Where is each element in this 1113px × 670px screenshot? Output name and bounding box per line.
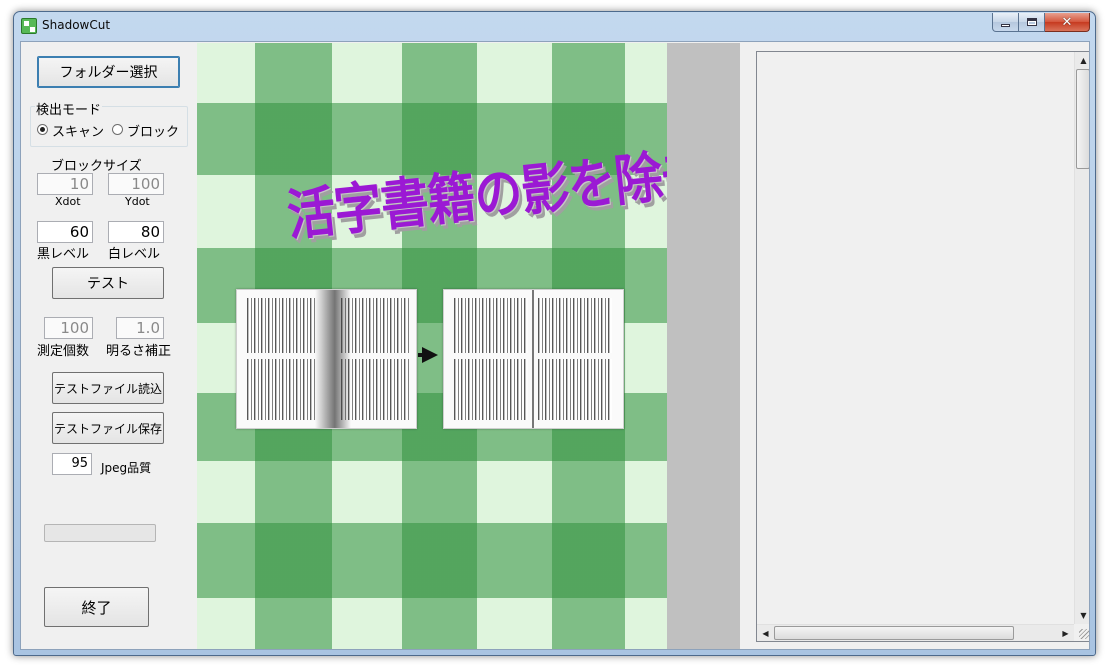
- block-size-label: ブロックサイズ: [51, 159, 142, 174]
- xdot-caption: Xdot: [55, 195, 81, 208]
- minimize-button[interactable]: [992, 13, 1019, 32]
- close-button[interactable]: ✕: [1045, 13, 1090, 32]
- brightness-field[interactable]: 1.0: [116, 317, 164, 339]
- scroll-down-icon[interactable]: ▼: [1075, 607, 1089, 624]
- white-level-field[interactable]: 80: [108, 221, 164, 243]
- app-window: ShadowCut ✕ フォルダー選択 検出モード スキャン ブロック ブロック…: [13, 11, 1096, 656]
- title-bar[interactable]: ShadowCut ✕: [14, 12, 1095, 39]
- ydot-caption: Ydot: [125, 195, 150, 208]
- radio-block[interactable]: [112, 124, 123, 135]
- save-test-file-button[interactable]: テストファイル保存: [52, 412, 164, 444]
- maximize-button[interactable]: [1019, 13, 1045, 32]
- radio-block-label[interactable]: ブロック: [127, 121, 179, 140]
- minimize-icon: [1001, 23, 1010, 27]
- load-test-file-button[interactable]: テストファイル読込: [52, 372, 164, 404]
- banner-title: 活字書籍の影を除去: [284, 140, 667, 249]
- vertical-scroll-thumb[interactable]: [1076, 69, 1089, 169]
- arrow-right-icon: [418, 347, 438, 363]
- test-button[interactable]: テスト: [52, 267, 164, 299]
- gray-divider-strip: [667, 43, 740, 649]
- scroll-right-icon[interactable]: ▶: [1057, 625, 1074, 642]
- folder-select-button[interactable]: フォルダー選択: [37, 56, 180, 88]
- vertical-scrollbar[interactable]: ▲ ▼: [1074, 52, 1089, 624]
- jpeg-quality-field[interactable]: 95: [52, 453, 92, 475]
- xdot-field[interactable]: 10: [37, 173, 93, 195]
- detect-mode-legend: 検出モード: [35, 99, 103, 118]
- client-area: フォルダー選択 検出モード スキャン ブロック ブロックサイズ 10 100 X…: [20, 41, 1090, 650]
- maximize-icon: [1026, 18, 1037, 26]
- window-controls: ✕: [992, 13, 1090, 32]
- book-after-image: [443, 289, 624, 429]
- image-preview: 活字書籍の影を除去: [197, 43, 667, 649]
- progress-bar: [44, 524, 156, 542]
- radio-scan-label[interactable]: スキャン: [52, 121, 104, 140]
- resize-grip-icon[interactable]: [1074, 624, 1089, 641]
- app-icon: [21, 18, 37, 34]
- black-level-field[interactable]: 60: [37, 221, 93, 243]
- exit-button[interactable]: 終了: [44, 587, 149, 627]
- scroll-up-icon[interactable]: ▲: [1075, 52, 1089, 69]
- scroll-left-icon[interactable]: ◀: [757, 625, 774, 642]
- window-title: ShadowCut: [42, 18, 111, 32]
- close-icon: ✕: [1061, 14, 1073, 30]
- horizontal-scrollbar[interactable]: ◀ ▶: [757, 624, 1074, 641]
- book-before-image: [236, 289, 417, 429]
- radio-scan[interactable]: [37, 124, 48, 135]
- black-level-label: 黒レベル: [37, 247, 90, 262]
- measure-count-label: 測定個数: [37, 344, 90, 359]
- jpeg-quality-label: Jpeg品質: [101, 461, 152, 475]
- brightness-label: 明るさ補正: [106, 344, 172, 359]
- file-listbox[interactable]: ▲ ▼ ◀ ▶: [756, 51, 1089, 642]
- ydot-field[interactable]: 100: [108, 173, 164, 195]
- white-level-label: 白レベル: [108, 247, 161, 262]
- horizontal-scroll-thumb[interactable]: [774, 626, 1014, 640]
- measure-count-field[interactable]: 100: [44, 317, 93, 339]
